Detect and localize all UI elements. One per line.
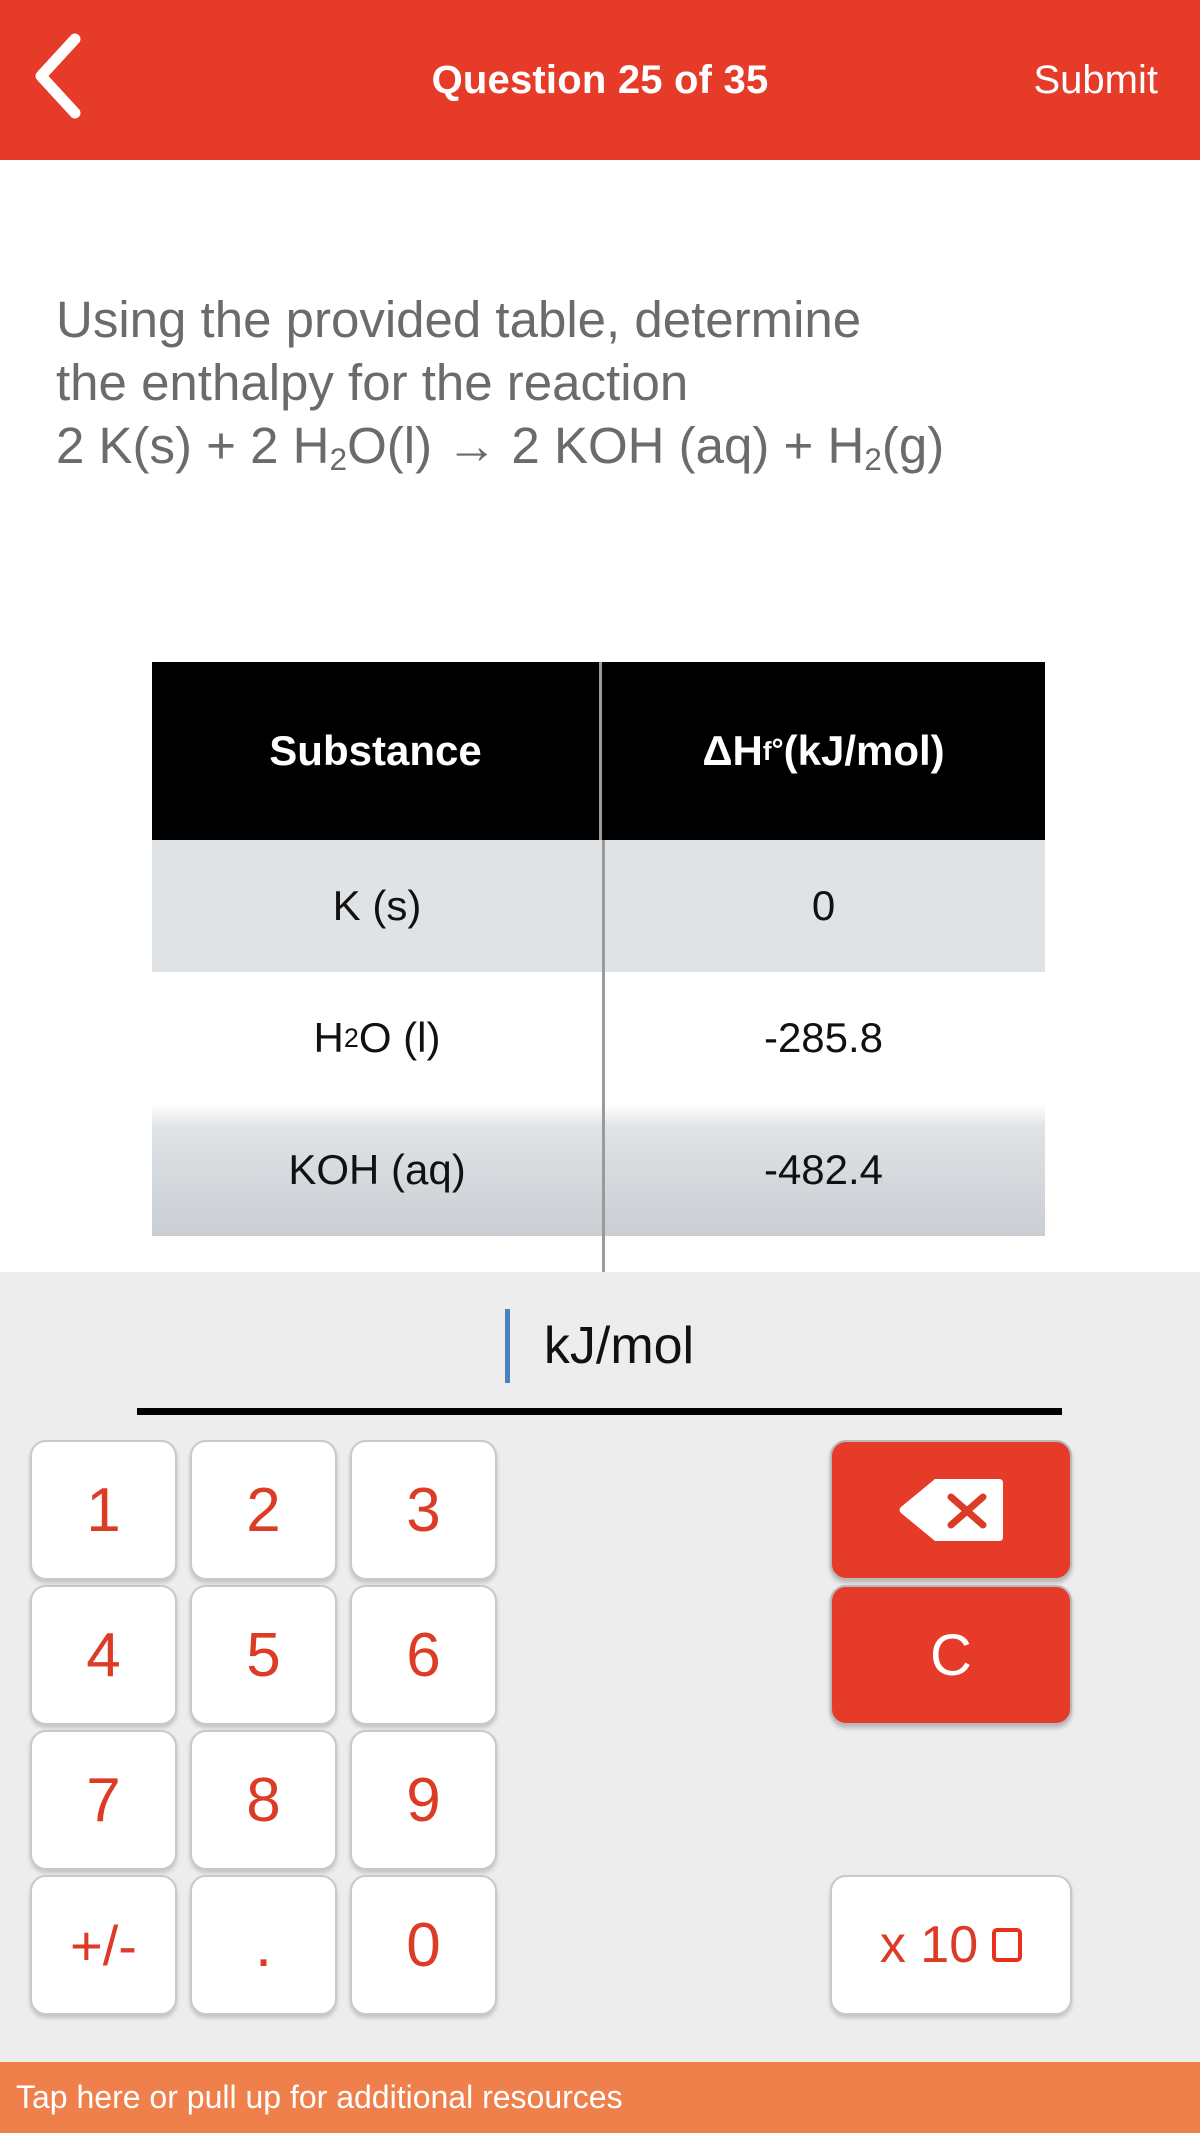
table-cell-substance: H2O (l) — [152, 972, 602, 1104]
table-header-substance: Substance — [152, 662, 602, 840]
question-line-1: Using the provided table, determine — [56, 291, 862, 348]
table-header-enthalpy: ΔH f ° (kJ/mol) — [602, 662, 1045, 840]
question-equation: 2 K(s) + 2 H2O(l) → 2 KOH (aq) + H2(g) — [56, 417, 945, 477]
key-sign[interactable]: +/- — [30, 1875, 177, 2015]
equation-part-1: 2 K(s) + 2 H — [56, 417, 330, 474]
additional-resources-label: Tap here or pull up for additional resou… — [16, 2079, 623, 2115]
question-screen: Question 25 of 35 Submit Using the provi… — [0, 0, 1200, 2133]
key-3[interactable]: 3 — [350, 1440, 497, 1580]
key-0[interactable]: 0 — [350, 1875, 497, 2015]
question-text: Using the provided table, determine the … — [56, 288, 1146, 491]
key-decimal[interactable]: . — [190, 1875, 337, 2015]
key-5[interactable]: 5 — [190, 1585, 337, 1725]
delta-h-symbol: ΔH — [702, 727, 763, 774]
additional-resources-bar[interactable]: Tap here or pull up for additional resou… — [0, 2062, 1200, 2133]
key-1[interactable]: 1 — [30, 1440, 177, 1580]
substance-text: K (s) — [332, 882, 422, 929]
substance-text: H — [313, 1014, 344, 1061]
table-row: K (s) 0 — [152, 840, 1045, 972]
equation-part-3: (g) — [881, 417, 945, 474]
table-cell-value: -482.4 — [763, 1146, 884, 1193]
keypad-grid: 1 2 3 4 5 6 7 8 9 +/- . 0 C x 10 — [0, 1440, 1200, 2040]
question-line-2: the enthalpy for the reaction — [56, 354, 689, 411]
table-header-row: Substance ΔH f ° (kJ/mol) — [152, 662, 1045, 840]
table-cell-value: 0 — [811, 882, 836, 929]
app-header: Question 25 of 35 Submit — [0, 0, 1200, 160]
key-8[interactable]: 8 — [190, 1730, 337, 1870]
submit-button[interactable]: Submit — [1034, 0, 1159, 160]
exponent-label: x 10 — [879, 1916, 979, 1974]
table-row: KOH (aq) -482.4 — [152, 1104, 1045, 1236]
text-caret — [504, 1309, 510, 1383]
table-column-divider — [602, 840, 605, 1274]
answer-input-underline — [137, 1408, 1062, 1415]
page-title: Question 25 of 35 — [431, 57, 769, 102]
table-row: H2O (l) -285.8 — [152, 972, 1045, 1104]
answer-unit-label: kJ/mol — [543, 1317, 695, 1375]
key-9[interactable]: 9 — [350, 1730, 497, 1870]
answer-input-area[interactable]: kJ/mol — [0, 1272, 1200, 1422]
substance-text-tail: O (l) — [358, 1014, 441, 1061]
answer-input-row[interactable]: kJ/mol — [137, 1296, 1062, 1396]
delta-h-subscript: f — [762, 735, 772, 766]
key-6[interactable]: 6 — [350, 1585, 497, 1725]
table-cell-substance: K (s) — [152, 840, 602, 972]
substance-subscript: 2 — [343, 1022, 359, 1053]
enthalpy-unit: (kJ/mol) — [783, 727, 945, 774]
numeric-keypad-panel: kJ/mol 1 2 3 4 5 6 7 8 9 +/- . 0 C x 10 — [0, 1272, 1200, 2062]
key-7[interactable]: 7 — [30, 1730, 177, 1870]
equation-sub-1: 2 — [329, 440, 348, 477]
backspace-delete-icon — [899, 1475, 1003, 1545]
equation-sub-2: 2 — [864, 440, 882, 477]
exponent-placeholder-box — [992, 1928, 1023, 1962]
degree-symbol: ° — [771, 734, 784, 767]
substance-text: KOH (aq) — [288, 1146, 466, 1193]
table-cell-substance: KOH (aq) — [152, 1104, 602, 1236]
clear-button[interactable]: C — [830, 1585, 1072, 1725]
table-cell-value: -285.8 — [763, 1014, 884, 1061]
enthalpy-table: Substance ΔH f ° (kJ/mol) K (s) 0 H2O (l) … — [152, 662, 1045, 1274]
key-4[interactable]: 4 — [30, 1585, 177, 1725]
backspace-button[interactable] — [830, 1440, 1072, 1580]
exponent-button[interactable]: x 10 — [830, 1875, 1072, 2015]
equation-part-2: O(l) → 2 KOH (aq) + H — [347, 417, 865, 474]
key-2[interactable]: 2 — [190, 1440, 337, 1580]
